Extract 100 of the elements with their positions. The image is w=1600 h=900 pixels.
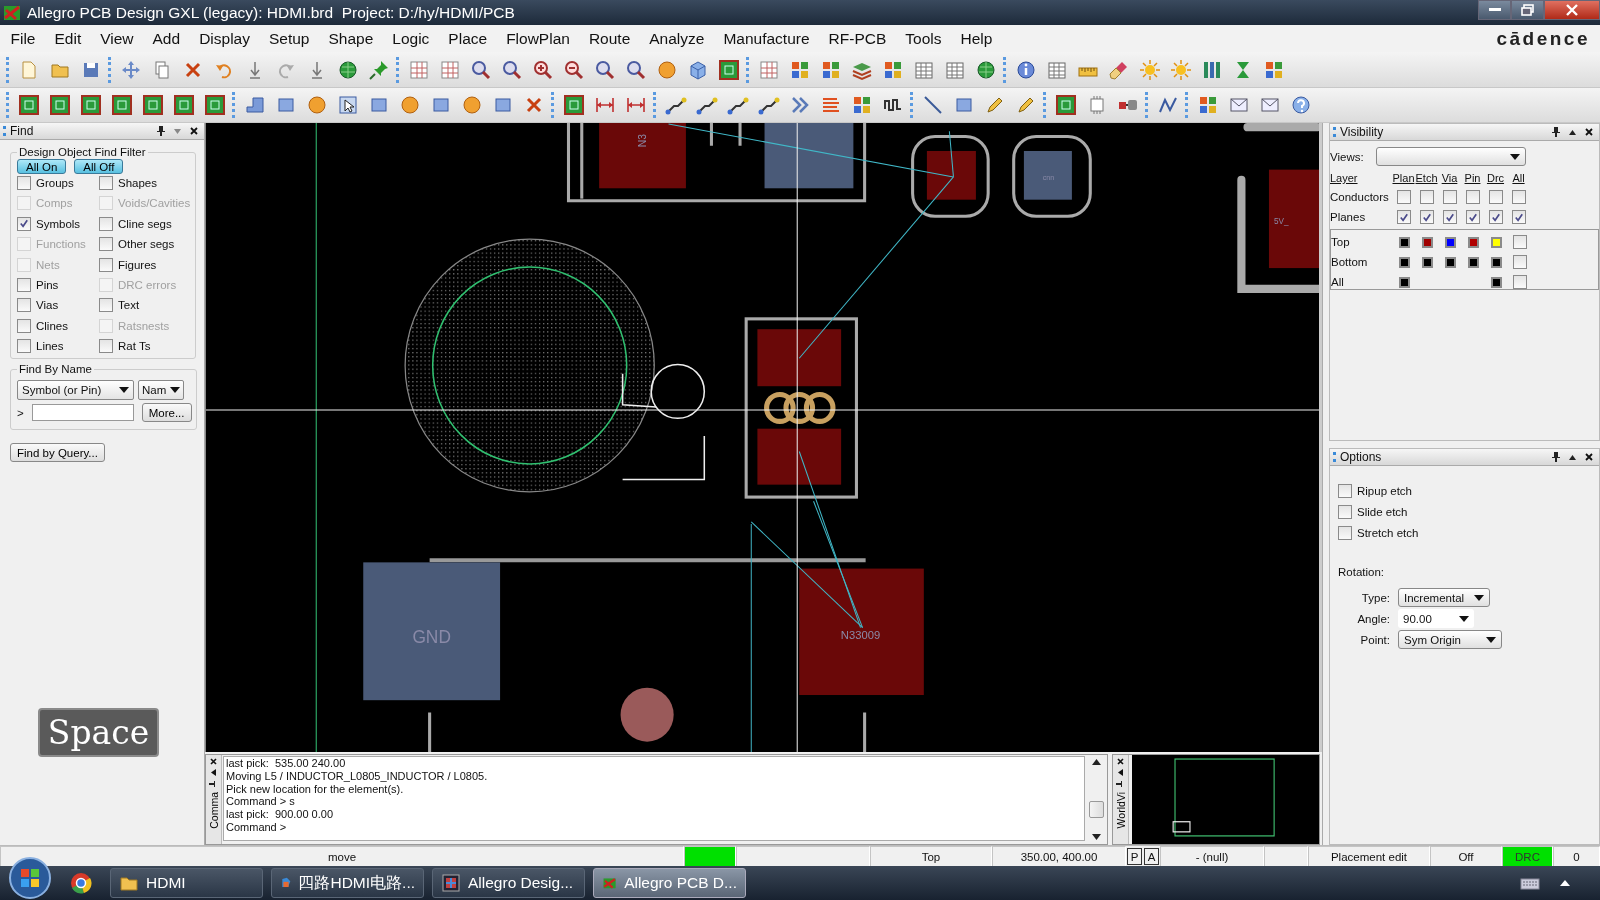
checkbox[interactable]	[99, 216, 113, 231]
checkbox[interactable]	[17, 318, 31, 333]
column-header[interactable]: All	[1507, 172, 1530, 184]
pin-icon[interactable]	[1552, 452, 1560, 462]
menu-item[interactable]: FlowPlan	[496, 29, 580, 48]
command-log[interactable]: last pick: 535.00 240.00 Moving L5 / INDUCTOR_L0805_INDUCTOR / L0805. Pick new location for the element(s). Command > s last pick: 900.00 0.00 Command >	[223, 756, 1085, 841]
close-icon[interactable]	[1117, 758, 1124, 765]
color-swatch[interactable]	[1491, 276, 1502, 288]
step-icon[interactable]	[243, 94, 266, 116]
caret-up-icon[interactable]	[1569, 454, 1576, 460]
checkbox[interactable]	[1442, 210, 1457, 224]
caret-down-icon[interactable]	[174, 128, 181, 134]
board-icon[interactable]	[172, 94, 195, 116]
side-tab[interactable]: Comma	[206, 755, 222, 844]
close-button[interactable]	[1544, 0, 1600, 20]
board-icon[interactable]	[48, 94, 71, 116]
color-swatch[interactable]	[1399, 256, 1410, 268]
pin-icon[interactable]	[209, 780, 218, 788]
color-swatch[interactable]	[1491, 236, 1502, 248]
taskbar-button[interactable]: 四路HDMI电路...	[271, 868, 424, 898]
minimize-button[interactable]	[1478, 0, 1511, 20]
color-swatch[interactable]	[1399, 276, 1410, 288]
menu-item[interactable]: Place	[438, 29, 497, 48]
dropdown[interactable]: Sym Origin	[1398, 630, 1502, 649]
line-icon[interactable]	[921, 94, 944, 116]
checkbox[interactable]	[17, 298, 31, 313]
color-swatch[interactable]	[1468, 236, 1479, 248]
column-header[interactable]: Via	[1438, 172, 1461, 184]
checkbox[interactable]	[1465, 210, 1480, 224]
menu-item[interactable]: Display	[189, 29, 260, 48]
pin-icon[interactable]	[1116, 780, 1125, 788]
board-icon[interactable]	[1054, 94, 1077, 116]
checkbox[interactable]	[99, 237, 113, 252]
toggle-button[interactable]: P	[1127, 848, 1142, 865]
column-header[interactable]: Layer	[1330, 172, 1392, 184]
color-swatch[interactable]	[1422, 236, 1433, 248]
find-by-query-button[interactable]: Find by Query...	[10, 443, 105, 463]
checkbox[interactable]	[1338, 484, 1352, 498]
sun-icon[interactable]	[1169, 58, 1192, 81]
restore-button[interactable]	[1511, 0, 1544, 20]
dropdown[interactable]: Incremental	[1398, 588, 1490, 607]
menu-item[interactable]: File	[1, 29, 45, 48]
close-icon[interactable]	[210, 758, 217, 765]
menu-item[interactable]: Manufacture	[713, 29, 820, 48]
menu-item[interactable]: Shape	[318, 29, 383, 48]
checkbox[interactable]	[99, 257, 113, 272]
column-header[interactable]: Drc	[1484, 172, 1507, 184]
board-icon[interactable]	[203, 94, 226, 116]
zoom-icon[interactable]	[500, 58, 523, 81]
checkbox[interactable]	[1419, 210, 1434, 224]
keyboard-icon[interactable]	[1520, 876, 1540, 890]
checkbox[interactable]	[1488, 190, 1503, 204]
checkbox[interactable]	[1512, 275, 1527, 289]
menu-item[interactable]: Setup	[259, 29, 319, 48]
column-header[interactable]: Pin	[1461, 172, 1484, 184]
checkbox[interactable]	[99, 298, 113, 313]
close-icon[interactable]	[1585, 453, 1593, 461]
board-icon[interactable]	[562, 94, 585, 116]
menu-item[interactable]: Analyze	[639, 29, 714, 48]
checkbox[interactable]	[1396, 210, 1411, 224]
filter-button[interactable]: All On	[17, 159, 67, 174]
checkbox[interactable]	[1396, 190, 1411, 204]
globe-icon[interactable]	[336, 58, 359, 81]
globe-icon[interactable]	[974, 58, 997, 81]
zoom-icon[interactable]	[593, 58, 616, 81]
circle-icon[interactable]	[460, 94, 483, 116]
caret-up-icon[interactable]	[1560, 880, 1570, 886]
menu-item[interactable]: Tools	[895, 29, 951, 48]
checkbox[interactable]	[1338, 505, 1352, 519]
checkbox[interactable]	[1512, 255, 1527, 269]
pin-icon[interactable]	[1552, 127, 1560, 137]
filter-button[interactable]: All Off	[74, 159, 124, 174]
menu-item[interactable]: RF-PCB	[819, 29, 896, 48]
menu-item[interactable]: Add	[143, 29, 190, 48]
color-swatch[interactable]	[1468, 256, 1479, 268]
checkbox[interactable]	[1442, 190, 1457, 204]
caret-left-icon[interactable]	[211, 769, 216, 776]
menu-item[interactable]: Logic	[382, 29, 439, 48]
zoom-in-icon[interactable]	[531, 58, 554, 81]
info-icon[interactable]	[1014, 58, 1037, 81]
checkbox[interactable]	[17, 216, 31, 231]
checkbox[interactable]	[17, 176, 31, 190]
zoom-icon[interactable]	[469, 58, 492, 81]
sun-icon[interactable]	[1138, 58, 1161, 81]
taskbar-button[interactable]: Allegro Desig...	[432, 868, 585, 898]
grid-icon[interactable]	[757, 58, 780, 81]
scroll-up-icon[interactable]	[1091, 759, 1101, 765]
taskbar-button[interactable]: Allegro PCB D...	[593, 868, 746, 898]
checkbox[interactable]	[1511, 210, 1526, 224]
caret-left-icon[interactable]	[1118, 769, 1123, 776]
close-icon[interactable]	[190, 127, 198, 135]
color-swatch[interactable]	[1491, 256, 1502, 268]
grid-icon[interactable]	[438, 58, 461, 81]
checkbox[interactable]	[1488, 210, 1503, 224]
color-swatch[interactable]	[1445, 256, 1456, 268]
checkbox[interactable]	[1419, 190, 1434, 204]
checkbox[interactable]	[99, 176, 113, 190]
object-type-dropdown[interactable]: Symbol (or Pin)	[17, 380, 134, 401]
more-button[interactable]: More...	[141, 403, 192, 423]
zoom-icon[interactable]	[624, 58, 647, 81]
